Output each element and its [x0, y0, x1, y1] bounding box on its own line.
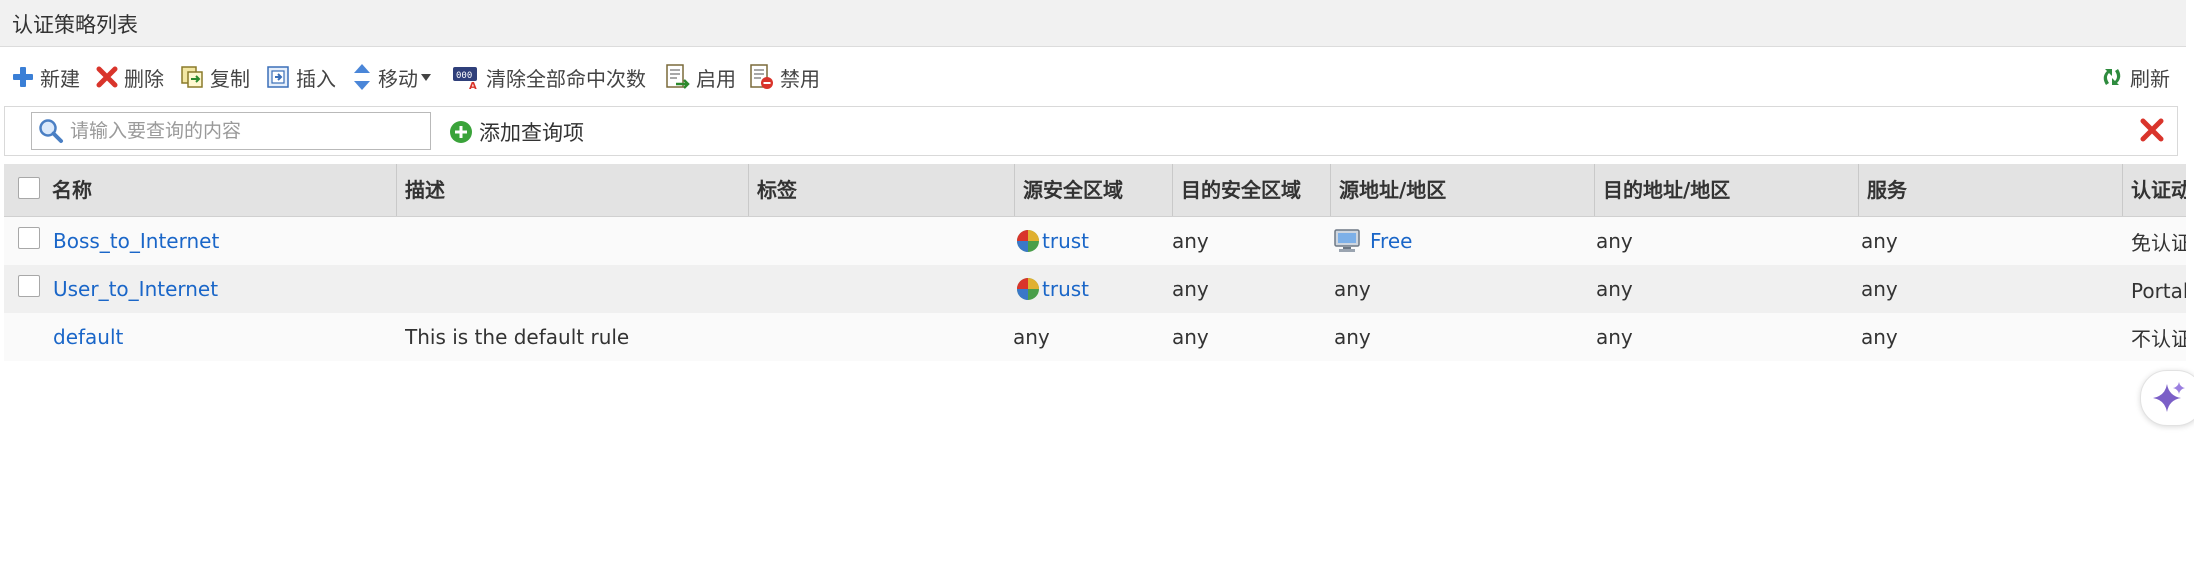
panel-header: 认证策略列表 [0, 0, 2186, 47]
service: any [1861, 325, 1898, 349]
add-query-label: 添加查询项 [479, 121, 584, 145]
refresh-button[interactable]: 刷新 [2100, 62, 2170, 92]
service: any [1861, 277, 1898, 301]
enable-button[interactable]: 启用 [664, 62, 736, 92]
auth-action: Portal认证 [2131, 278, 2186, 303]
auth-action: 免认证 [2131, 230, 2186, 255]
row-checkbox[interactable] [18, 227, 40, 249]
policy-name-link[interactable]: Boss_to_Internet [53, 229, 219, 253]
disable-button[interactable]: 禁用 [748, 62, 820, 92]
src-addr-link[interactable]: Free [1370, 229, 1412, 253]
table-header: 名称 描述 标签 源安全区域 目的安全区域 源地址/地区 目的地址/地区 服务 … [4, 164, 2186, 217]
dst-addr: any [1596, 277, 1633, 301]
search-box [31, 112, 431, 150]
col-header-name[interactable]: 名称 [44, 164, 396, 216]
caret-down-icon [421, 74, 431, 81]
search-input[interactable] [68, 116, 422, 146]
src-addr: any [1334, 277, 1371, 301]
refresh-label: 刷新 [2130, 66, 2170, 91]
col-header-src-zone[interactable]: 源安全区域 [1014, 164, 1172, 216]
plus-icon [13, 67, 33, 87]
select-all-checkbox[interactable] [18, 177, 40, 199]
policy-desc: This is the default rule [405, 325, 630, 349]
assistant-button[interactable] [2140, 370, 2194, 426]
col-header-desc[interactable]: 描述 [396, 164, 748, 216]
move-label: 移动 [378, 66, 418, 91]
col-header-dst-addr[interactable]: 目的地址/地区 [1594, 164, 1858, 216]
col-header-dst-zone[interactable]: 目的安全区域 [1172, 164, 1330, 216]
copy-icon [181, 66, 203, 88]
zone-pie-icon [1017, 278, 1039, 300]
dst-addr: any [1596, 229, 1633, 253]
table-row[interactable]: User_to_Internet trust any any any any P… [4, 265, 2186, 313]
red-x-icon [96, 66, 118, 88]
green-plus-circle-icon [450, 121, 472, 143]
policy-name-link[interactable]: default [53, 325, 123, 349]
insert-button[interactable]: 插入 [266, 62, 336, 92]
copy-label: 复制 [210, 66, 250, 91]
insert-icon [267, 66, 289, 88]
table-row[interactable]: Boss_to_Internet trust any Free any any … [4, 217, 2186, 265]
policy-desc [405, 265, 745, 313]
table-row[interactable]: default This is the default rule any any… [4, 313, 2186, 361]
enable-doc-icon [666, 64, 690, 89]
sparkle-icon [2153, 382, 2185, 412]
new-label: 新建 [40, 66, 80, 91]
policy-tag [757, 217, 1007, 265]
col-header-service[interactable]: 服务 [1858, 164, 2122, 216]
dst-zone: any [1172, 229, 1209, 253]
dst-zone: any [1172, 325, 1209, 349]
dst-zone: any [1172, 277, 1209, 301]
disable-label: 禁用 [780, 66, 820, 91]
enable-label: 启用 [696, 66, 736, 91]
search-bar: 添加查询项 [4, 106, 2178, 156]
svg-text:000: 000 [456, 71, 472, 81]
disable-doc-icon [750, 64, 773, 89]
src-zone-link[interactable]: trust [1042, 229, 1089, 253]
policy-desc [405, 217, 745, 265]
clear-hits-button[interactable]: 000 A 清除全部命中次数 [452, 62, 646, 92]
col-header-src-addr[interactable]: 源地址/地区 [1330, 164, 1594, 216]
dst-addr: any [1596, 325, 1633, 349]
clear-hits-label: 清除全部命中次数 [486, 66, 646, 91]
col-header-tag[interactable]: 标签 [748, 164, 1014, 216]
magnifier-icon [39, 119, 63, 143]
policy-tag [757, 265, 1007, 313]
close-search-button[interactable] [2139, 117, 2165, 147]
monitor-icon [1334, 229, 1360, 252]
src-addr: any [1334, 325, 1371, 349]
panel-title: 认证策略列表 [12, 13, 138, 37]
policy-name-link[interactable]: User_to_Internet [53, 277, 218, 301]
move-button[interactable]: 移动 [352, 62, 432, 92]
delete-button[interactable]: 删除 [96, 62, 164, 92]
svg-text:A: A [469, 81, 477, 90]
src-zone: any [1013, 325, 1050, 349]
toolbar: 新建 删除 复制 插入 移动 000 A 清除全部命中次数 启用 禁用 刷新 [0, 48, 2186, 104]
new-button[interactable]: 新建 [12, 62, 80, 92]
policy-table: 名称 描述 标签 源安全区域 目的安全区域 源地址/地区 目的地址/地区 服务 … [4, 164, 2186, 361]
col-header-auth[interactable]: 认证动作 [2122, 164, 2186, 216]
src-zone-link[interactable]: trust [1042, 277, 1089, 301]
policy-tag [757, 313, 1007, 361]
zone-pie-icon [1017, 230, 1039, 252]
copy-button[interactable]: 复制 [180, 62, 250, 92]
counter-reset-icon: 000 A [453, 67, 477, 90]
up-down-arrows-icon [354, 64, 370, 90]
insert-label: 插入 [296, 66, 336, 91]
service: any [1861, 229, 1898, 253]
add-query-button[interactable]: 添加查询项 [449, 117, 584, 147]
refresh-icon [2103, 69, 2121, 85]
delete-label: 删除 [124, 66, 164, 91]
auth-action: 不认证 [2131, 326, 2186, 351]
row-checkbox[interactable] [18, 275, 40, 297]
close-icon [2140, 118, 2164, 142]
